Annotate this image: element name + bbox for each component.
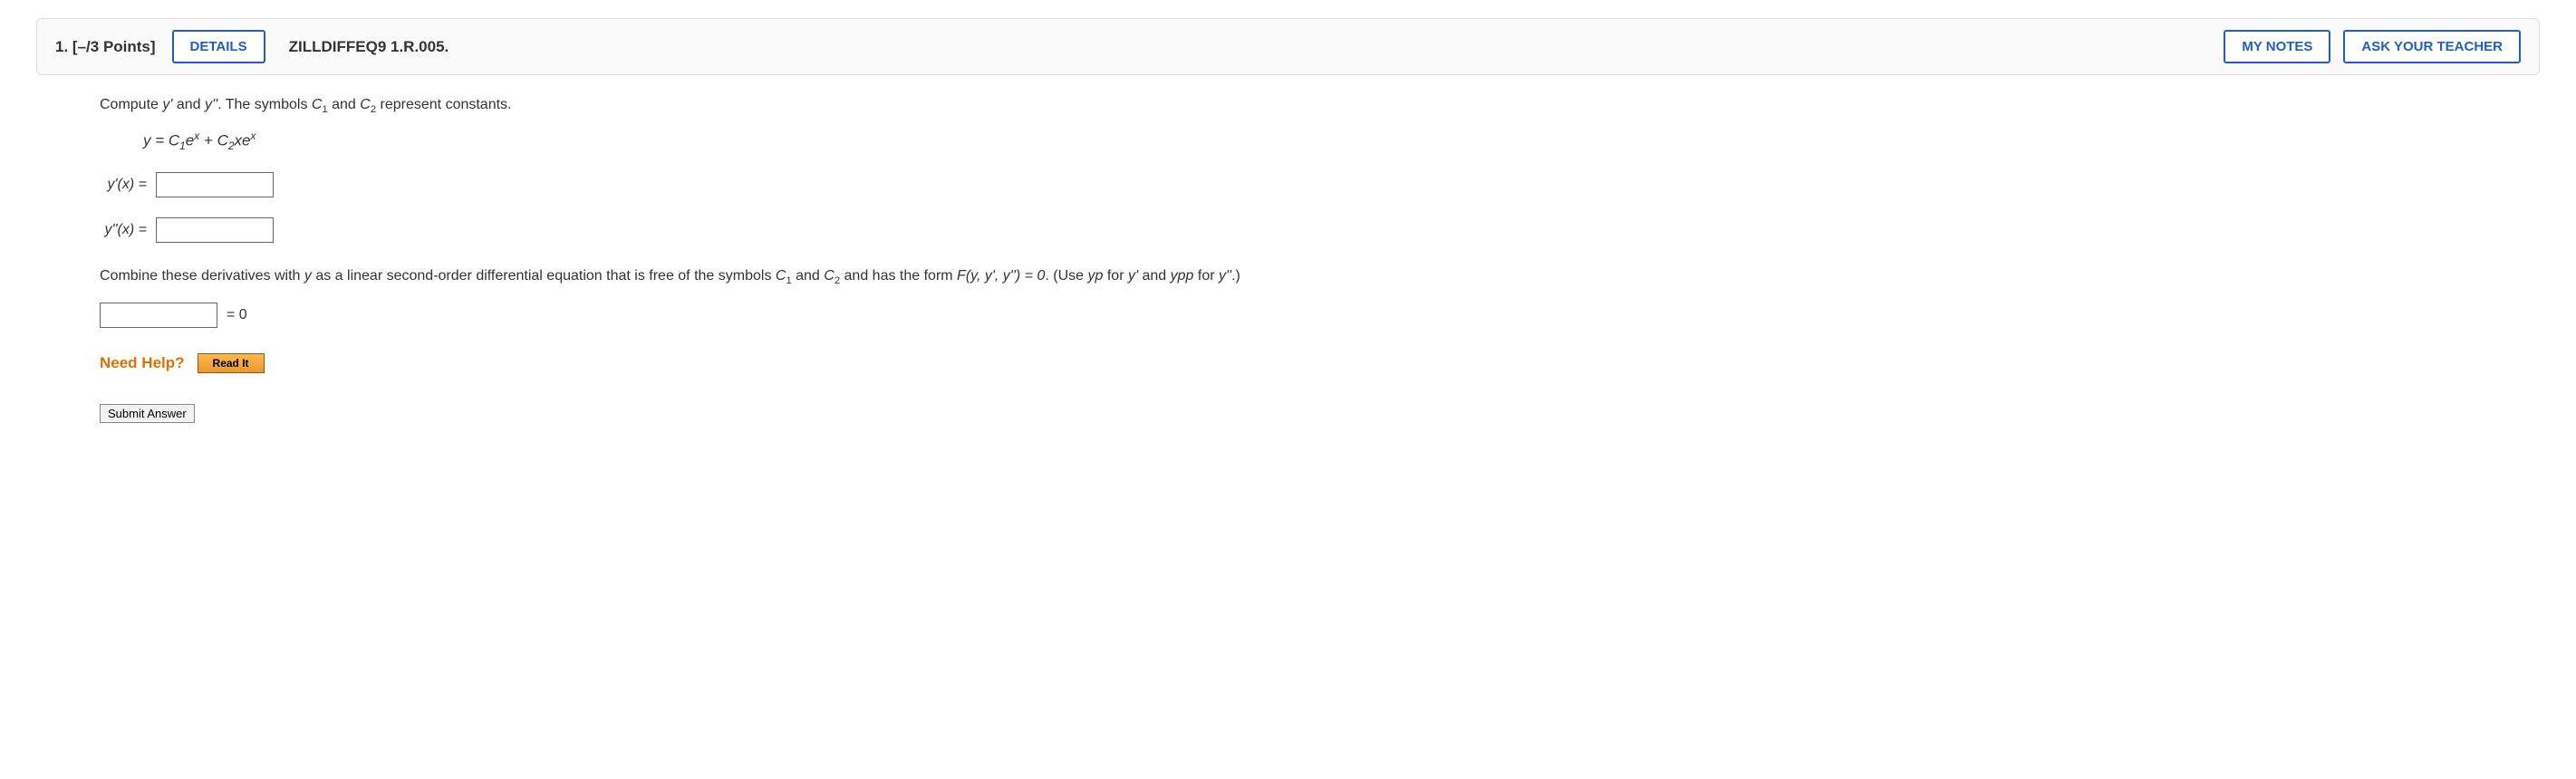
equals-zero: = 0 (227, 307, 247, 323)
submit-answer-button[interactable]: Submit Answer (100, 404, 195, 423)
input-yprime[interactable] (156, 172, 274, 197)
question-header: 1. [–/3 Points] DETAILS ZILLDIFFEQ9 1.R.… (36, 18, 2540, 75)
my-notes-button[interactable]: MY NOTES (2224, 30, 2330, 63)
question-content: Compute y' and y''. The symbols C1 and C… (36, 75, 2540, 432)
need-help-row: Need Help? Read It (100, 353, 2476, 373)
header-left: 1. [–/3 Points] DETAILS ZILLDIFFEQ9 1.R.… (55, 30, 2224, 63)
need-help-label: Need Help? (100, 354, 185, 372)
row-ode: = 0 (100, 303, 2476, 328)
read-it-button[interactable]: Read It (198, 353, 265, 373)
input-ode[interactable] (100, 303, 217, 328)
question-number: 1. [–/3 Points] (55, 38, 156, 56)
details-button[interactable]: DETAILS (172, 30, 265, 63)
label-ydprime: y''(x) = (100, 222, 147, 238)
input-ydprime[interactable] (156, 217, 274, 243)
header-right: MY NOTES ASK YOUR TEACHER (2224, 30, 2521, 63)
instruction-1: Compute y' and y''. The symbols C1 and C… (100, 97, 2476, 115)
row-yprime: y'(x) = (100, 172, 2476, 197)
ask-teacher-button[interactable]: ASK YOUR TEACHER (2343, 30, 2521, 63)
row-ydprime: y''(x) = (100, 217, 2476, 243)
instruction-2: Combine these derivatives with y as a li… (100, 268, 2476, 286)
label-yprime: y'(x) = (100, 177, 147, 193)
equation-given: y = C1ex + C2xex (143, 130, 2476, 152)
question-code: ZILLDIFFEQ9 1.R.005. (289, 38, 449, 56)
